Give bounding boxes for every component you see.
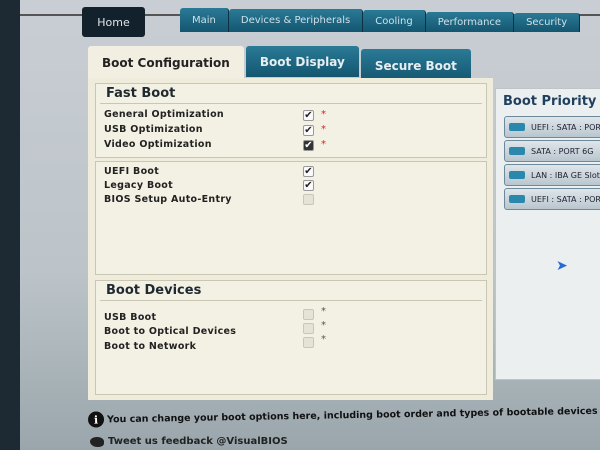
fast-boot-section: Fast Boot General Optimization USB Optim… [95,83,487,158]
drive-icon [509,147,525,155]
boot-to-optical-checkbox[interactable] [303,323,314,334]
marker: * [321,306,326,317]
tab-boot-display[interactable]: Boot Display [245,46,359,77]
marker: * [321,334,326,345]
video-optimization-checkbox[interactable]: ✔ [303,140,314,151]
bios-setup-auto-entry-checkbox[interactable] [303,194,314,205]
tweet-text: Tweet us feedback @VisualBIOS [108,436,288,447]
general-optimization-checkbox[interactable]: ✔ [303,110,314,121]
required-marker: * [321,109,326,120]
boot-devices-section: Boot Devices USB Boot Boot to Optical De… [95,280,487,395]
info-text: You can change your boot options here, i… [106,404,600,425]
boot-priority-item[interactable]: UEFI : SATA : POR [504,116,600,138]
item-label: UEFI : SATA : POR [531,122,600,132]
info-bar: i You can change your boot options here, … [87,402,600,428]
screen-bezel [0,0,20,450]
tab-performance[interactable]: Performance [425,12,515,32]
uefi-boot-checkbox[interactable]: ✔ [303,166,314,177]
top-nav-tabs: Main Devices & Peripherals Cooling Perfo… [180,8,581,32]
boot-priority-panel: Boot Priority UEFI : SATA : POR SATA : P… [495,88,600,380]
marker: * [321,320,326,331]
tab-devices-peripherals[interactable]: Devices & Peripherals [228,9,364,32]
twitter-icon [90,436,104,447]
boot-priority-item[interactable]: UEFI : SATA : POR [504,188,600,210]
section-title: Boot Devices [100,281,482,301]
home-button[interactable]: Home [82,7,145,37]
item-label: LAN : IBA GE Slot [531,170,600,180]
drive-icon [509,171,525,179]
general-optimization-label: General Optimization [104,109,224,120]
usb-optimization-label: USB Optimization [104,124,203,135]
legacy-boot-label: Legacy Boot [104,180,173,191]
drive-icon [509,195,525,203]
legacy-boot-checkbox[interactable]: ✔ [303,180,314,191]
item-label: UEFI : SATA : POR [531,194,600,204]
mouse-pointer-icon: ➤ [556,258,568,274]
boot-priority-title: Boot Priority [503,94,597,109]
usb-optimization-checkbox[interactable]: ✔ [303,125,314,136]
uefi-boot-label: UEFI Boot [104,166,160,177]
bios-setup-auto-entry-label: BIOS Setup Auto-Entry [104,194,232,205]
tab-boot-configuration[interactable]: Boot Configuration [88,46,244,79]
tweet-feedback-link[interactable]: Tweet us feedback @VisualBIOS [90,436,288,447]
boot-to-optical-label: Boot to Optical Devices [104,326,237,337]
sub-tabs: Boot Configuration Boot Display Secure B… [88,46,473,82]
drive-icon [509,123,525,131]
section-title: Fast Boot [100,84,482,104]
usb-boot-checkbox[interactable] [303,309,314,320]
boot-priority-item[interactable]: LAN : IBA GE Slot [504,164,600,186]
video-optimization-label: Video Optimization [104,139,212,150]
boot-to-network-checkbox[interactable] [303,337,314,348]
required-marker: * [321,124,326,135]
tab-main[interactable]: Main [180,8,229,32]
info-icon: i [87,411,105,428]
item-label: SATA : PORT 6G [531,146,594,156]
usb-boot-label: USB Boot [104,312,157,323]
boot-priority-item[interactable]: SATA : PORT 6G [504,140,600,162]
tab-security[interactable]: Security [514,13,581,32]
required-marker: * [321,139,326,150]
boot-mode-section: UEFI Boot Legacy Boot BIOS Setup Auto-En… [95,161,487,275]
tab-cooling[interactable]: Cooling [363,10,426,32]
boot-to-network-label: Boot to Network [104,341,197,352]
